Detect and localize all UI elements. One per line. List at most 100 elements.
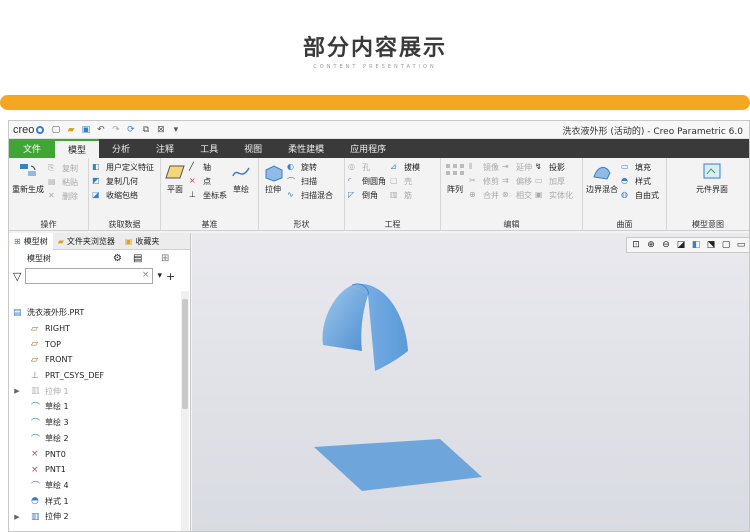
tree-node[interactable]: ▤ 洗衣液外形.PRT xyxy=(9,305,181,321)
tree-node[interactable]: × PNT0 xyxy=(9,446,181,462)
tab-analysis[interactable]: 分析 xyxy=(99,139,143,158)
component-interface-button[interactable]: 元件界面 xyxy=(670,160,746,195)
tree-node[interactable]: ▶ ▥ 拉伸 1 xyxy=(9,383,181,399)
tree-node[interactable]: ⌒ 草绘 3 xyxy=(9,415,181,431)
copy-geometry-button[interactable]: ◩ 复制几何 xyxy=(92,174,157,188)
intersect-button[interactable]: ⊗ 相交 xyxy=(502,188,532,202)
tree-node[interactable]: ⌒ 草绘 4 xyxy=(9,478,181,494)
base-surface[interactable] xyxy=(314,439,482,491)
extrude-button[interactable]: 拉伸 xyxy=(262,160,284,202)
undo-icon[interactable]: ↶ xyxy=(94,124,107,136)
group-label-datum[interactable]: 基准 xyxy=(161,219,258,230)
regenerate-icon[interactable]: ⟳ xyxy=(124,124,137,136)
solidify-button[interactable]: ▣ 实体化 xyxy=(535,188,573,202)
paste-button[interactable]: ▤ 粘贴 xyxy=(48,175,78,189)
tab-annotate[interactable]: 注释 xyxy=(143,139,187,158)
tab-file[interactable]: 文件 xyxy=(9,139,56,158)
group-label-surfaces[interactable]: 曲面 xyxy=(583,219,666,230)
add-filter-icon[interactable]: + xyxy=(166,270,175,283)
shell-button[interactable]: ▢ 壳 xyxy=(390,174,420,188)
graphics-window[interactable]: ⊡ ⊕ ⊖ ◪ ◧ ⬔ ▢ ▭ xyxy=(192,233,749,531)
tree-node[interactable]: × PNT1 xyxy=(9,462,181,478)
expand-arrow-icon[interactable]: ▶ xyxy=(13,387,21,395)
tab-flexible-modeling[interactable]: 柔性建模 xyxy=(275,139,337,158)
tab-tools[interactable]: 工具 xyxy=(187,139,231,158)
revolve-button[interactable]: ◐ 旋转 xyxy=(287,160,333,174)
rib-button[interactable]: ▥ 筋 xyxy=(390,188,420,202)
offset-button[interactable]: ⇉ 偏移 xyxy=(502,174,532,188)
group-label-get-data[interactable]: 获取数据 xyxy=(89,219,160,230)
extend-button[interactable]: ⇥ 延伸 xyxy=(502,160,532,174)
merge-button[interactable]: ⊕ 合并 xyxy=(469,188,499,202)
tree-node[interactable]: ▱ FRONT xyxy=(9,352,181,368)
open-icon[interactable]: ▰ xyxy=(64,124,77,136)
boundary-blend-button[interactable]: 边界混合 xyxy=(586,160,618,202)
group-label-shapes[interactable]: 形状 xyxy=(259,219,344,230)
point-button[interactable]: × 点 xyxy=(189,174,227,188)
tab-folder-browser[interactable]: ▰ 文件夹浏览器 xyxy=(53,233,120,250)
tab-favorites[interactable]: ▣ 收藏夹 xyxy=(120,233,165,250)
hole-button[interactable]: ◎ 孔 xyxy=(348,160,386,174)
csys-button[interactable]: ⊥ 坐标系 xyxy=(189,188,227,202)
thicken-button[interactable]: ▭ 加厚 xyxy=(535,174,573,188)
sweep-button[interactable]: ⌒ 扫描 xyxy=(287,174,333,188)
save-icon[interactable]: ▣ xyxy=(79,124,92,136)
tree-node[interactable]: ⌒ 草绘 1 xyxy=(9,399,181,415)
delete-button[interactable]: ✕ 删除 xyxy=(48,189,78,203)
windows-icon[interactable]: ⧉ xyxy=(139,124,152,136)
chamfer-button[interactable]: ◸ 倒角 xyxy=(348,188,386,202)
draft-button[interactable]: ⊿ 拔模 xyxy=(390,160,420,174)
udf-button[interactable]: ◧ 用户定义特征 xyxy=(92,160,157,174)
tree-columns-icon[interactable]: ▤ xyxy=(133,253,142,264)
slide-title: 部分内容展示 xyxy=(302,36,447,61)
tab-model-tree[interactable]: ⊞ 模型树 xyxy=(9,232,53,250)
group-label-engineering[interactable]: 工程 xyxy=(345,219,440,230)
new-icon[interactable]: ▢ xyxy=(49,124,62,136)
group-label-editing[interactable]: 编辑 xyxy=(441,219,582,230)
tab-model[interactable]: 模型 xyxy=(55,139,100,158)
group-engineering: ◎ 孔 ◜ 倒圆角 ◸ 倒角 ⊿ 拔模 ▢ 壳 ▥ 筋 工程 xyxy=(345,158,441,231)
tree-node[interactable]: ◓ 样式 1 xyxy=(9,493,181,509)
regenerate-button[interactable]: 重新生成 xyxy=(12,160,44,203)
customize-icon[interactable]: ▾ xyxy=(169,124,182,136)
tab-applications[interactable]: 应用程序 xyxy=(337,139,399,158)
freestyle-button[interactable]: ◍ 自由式 xyxy=(621,188,659,202)
tree-node[interactable]: ▶ ▥ 拉伸 2 xyxy=(9,509,181,525)
dome-surface-left[interactable] xyxy=(322,285,368,351)
tree-settings-icon[interactable]: ⚙ xyxy=(113,253,122,264)
mirror-button[interactable]: ⫴ 镜像 xyxy=(469,160,499,174)
clear-search-icon[interactable]: × xyxy=(142,270,150,280)
group-label-model-intent[interactable]: 模型意图 xyxy=(667,219,749,230)
tree-scrollbar[interactable] xyxy=(181,291,189,531)
group-label-operations[interactable]: 操作 xyxy=(9,219,88,230)
project-button[interactable]: ↯ 投影 xyxy=(535,160,573,174)
filter-icon[interactable]: ▽ xyxy=(13,270,21,283)
group-surfaces: 边界混合 ▭ 填充 ◓ 样式 ◍ 自由式 曲面 xyxy=(583,158,667,231)
round-button[interactable]: ◜ 倒圆角 xyxy=(348,174,386,188)
tree-node[interactable]: ▱ TOP xyxy=(9,336,181,352)
datum-plane-icon: ▱ xyxy=(31,323,38,334)
tree-show-icon[interactable]: ⊞ xyxy=(161,253,169,264)
tree-scrollbar-thumb[interactable] xyxy=(182,299,188,409)
axis-button[interactable]: ╱ 轴 xyxy=(189,160,227,174)
pattern-button[interactable]: 阵列 xyxy=(444,160,466,202)
sketch-button[interactable]: 草绘 xyxy=(230,160,252,202)
redo-icon[interactable]: ↷ xyxy=(109,124,122,136)
style-button[interactable]: ◓ 样式 xyxy=(621,174,659,188)
swept-blend-button[interactable]: ∿ 扫描混合 xyxy=(287,188,333,202)
filter-dropdown-icon[interactable]: ▾ xyxy=(157,271,162,281)
expand-arrow-icon[interactable]: ▶ xyxy=(13,513,21,521)
copy-button[interactable]: ⎘ 复制 xyxy=(48,161,78,175)
extrude-icon: ▥ xyxy=(31,386,40,397)
tab-view[interactable]: 视图 xyxy=(231,139,275,158)
tree-node[interactable]: ⌒ 草绘 2 xyxy=(9,431,181,447)
fill-button[interactable]: ▭ 填充 xyxy=(621,160,659,174)
tree-node[interactable]: ▱ RIGHT xyxy=(9,321,181,337)
shrinkwrap-button[interactable]: ◪ 收缩包络 xyxy=(92,188,157,202)
tree-search-input[interactable]: × xyxy=(25,268,154,284)
trim-button[interactable]: ✂ 修剪 xyxy=(469,174,499,188)
tree-node[interactable]: ⊥ PRT_CSYS_DEF xyxy=(9,368,181,384)
plane-button[interactable]: 平面 xyxy=(164,160,186,202)
close-window-icon[interactable]: ⊠ xyxy=(154,124,167,136)
tree-node-label: 草绘 2 xyxy=(45,433,69,443)
